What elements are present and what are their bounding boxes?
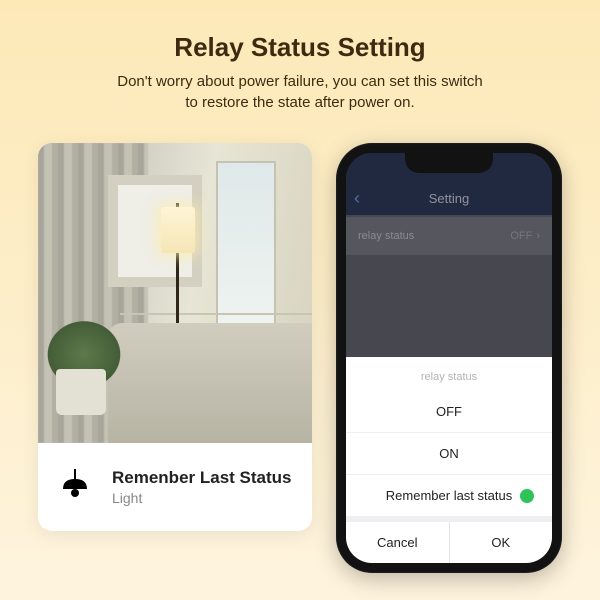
cancel-button[interactable]: Cancel xyxy=(346,522,449,563)
phone-notch xyxy=(405,153,493,173)
page-title: Relay Status Setting xyxy=(0,32,600,63)
card-title: Remenber Last Status xyxy=(112,468,292,488)
phone-screen: ‹ Setting relay status OFF › relay statu… xyxy=(346,153,552,563)
ok-button[interactable]: OK xyxy=(449,522,553,563)
phone-mockup: ‹ Setting relay status OFF › relay statu… xyxy=(336,143,562,573)
window-decor xyxy=(216,161,276,326)
lamp-shade-decor xyxy=(161,207,195,253)
action-sheet: relay status OFF ON Remember last status… xyxy=(346,357,552,563)
option-off[interactable]: OFF xyxy=(346,391,552,432)
room-card: Remenber Last Status Light xyxy=(38,143,312,531)
subtitle-line-1: Don't worry about power failure, you can… xyxy=(117,73,483,90)
sheet-title: relay status xyxy=(346,357,552,391)
card-subtitle: Light xyxy=(112,490,292,506)
plant-decor xyxy=(38,305,150,415)
page-subtitle: Don't worry about power failure, you can… xyxy=(0,71,600,113)
option-remember[interactable]: Remember last status xyxy=(346,474,552,516)
card-footer: Remenber Last Status Light xyxy=(38,443,312,531)
pendant-lamp-icon xyxy=(52,467,98,507)
room-photo xyxy=(38,143,312,443)
subtitle-line-2: to restore the state after power on. xyxy=(185,94,414,111)
option-on[interactable]: ON xyxy=(346,432,552,474)
